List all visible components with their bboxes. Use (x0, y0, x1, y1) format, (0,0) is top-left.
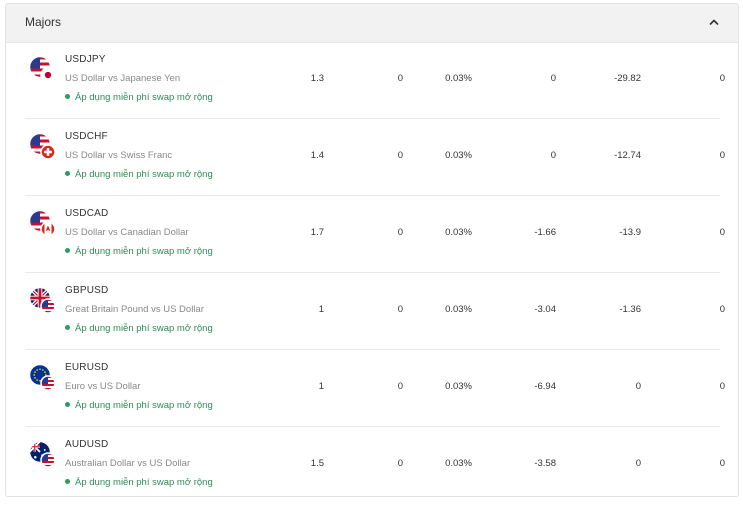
value-cell: 0 (397, 227, 403, 238)
value-cell: 0 (719, 73, 725, 84)
value-cell: 1 (318, 304, 324, 315)
value-cell: 1.7 (310, 227, 324, 238)
symbol-name: USDCHF (65, 131, 108, 142)
us-flag-icon-pair (28, 133, 58, 163)
value-cell: 0 (397, 150, 403, 161)
symbol-name: USDCAD (65, 208, 109, 219)
swap-free-note-text: Áp dụng miễn phí swap mở rộng (75, 169, 213, 180)
symbol-description: US Dollar vs Japanese Yen (65, 73, 181, 84)
symbol-list: USDJPY US Dollar vs Japanese Yen Áp dụng… (25, 42, 725, 496)
symbol-row-gbpusd[interactable]: GBPUSD Great Britain Pound vs US Dollar … (25, 273, 725, 350)
symbol-description: US Dollar vs Swiss Franc (65, 150, 173, 161)
symbol-name: GBPUSD (65, 285, 109, 296)
value-cell: 0 (719, 381, 725, 392)
value-cell: 0 (719, 304, 725, 315)
swap-free-note-text: Áp dụng miễn phí swap mở rộng (75, 400, 213, 411)
section-title: Majors (25, 15, 62, 29)
value-cell: 0.03% (445, 458, 472, 469)
symbol-description: US Dollar vs Canadian Dollar (65, 227, 189, 238)
value-cell: 0 (635, 458, 641, 469)
symbol-row-usdchf[interactable]: USDCHF US Dollar vs Swiss Franc Áp dụng … (25, 119, 725, 196)
value-cell: 0 (550, 73, 556, 84)
value-cell: 1 (318, 381, 324, 392)
value-cell: 0 (550, 150, 556, 161)
value-cell: 0.03% (445, 150, 472, 161)
status-dot-icon (65, 94, 70, 99)
value-cell: -6.94 (534, 381, 556, 392)
majors-panel: Majors USDJPY US Dollar vs Japanese Yen … (5, 3, 739, 497)
chevron-up-icon[interactable] (706, 14, 722, 30)
value-cell: -13.9 (619, 227, 641, 238)
value-cell: 1.4 (310, 150, 324, 161)
value-cell: 0 (397, 381, 403, 392)
value-cell: 0.03% (445, 304, 472, 315)
swap-free-note-text: Áp dụng miễn phí swap mở rộng (75, 92, 213, 103)
swap-free-note-text: Áp dụng miễn phí swap mở rộng (75, 323, 213, 334)
status-dot-icon (65, 171, 70, 176)
symbol-description: Australian Dollar vs US Dollar (65, 458, 191, 469)
value-cell: 1.5 (310, 458, 324, 469)
swap-free-note-text: Áp dụng miễn phí swap mở rộng (75, 246, 213, 257)
symbol-name: AUDUSD (65, 439, 109, 450)
us-flag-icon-pair (28, 56, 58, 86)
value-cell: 0 (397, 304, 403, 315)
swap-free-note: Áp dụng miễn phí swap mở rộng (65, 477, 213, 488)
symbol-row-eurusd[interactable]: EURUSD Euro vs US Dollar Áp dụng miễn ph… (25, 350, 725, 427)
value-cell: -29.82 (614, 73, 641, 84)
swap-free-note: Áp dụng miễn phí swap mở rộng (65, 92, 213, 103)
symbol-row-audusd[interactable]: AUDUSD Australian Dollar vs US Dollar Áp… (25, 427, 725, 496)
symbol-name: EURUSD (65, 362, 109, 373)
value-cell: 0 (397, 73, 403, 84)
au-flag-icon-pair (28, 441, 58, 471)
status-dot-icon (65, 402, 70, 407)
value-cell: -1.66 (534, 227, 556, 238)
swap-free-note: Áp dụng miễn phí swap mở rộng (65, 323, 213, 334)
symbol-description: Great Britain Pound vs US Dollar (65, 304, 204, 315)
value-cell: 0 (719, 227, 725, 238)
value-cell: 0.03% (445, 73, 472, 84)
swap-free-note-text: Áp dụng miễn phí swap mở rộng (75, 477, 213, 488)
value-cell: -1.36 (619, 304, 641, 315)
status-dot-icon (65, 248, 70, 253)
value-cell: 0 (719, 150, 725, 161)
symbol-name: USDJPY (65, 54, 106, 65)
value-cell: 0.03% (445, 227, 472, 238)
status-dot-icon (65, 479, 70, 484)
value-cell: -12.74 (614, 150, 641, 161)
gb-flag-icon-pair (28, 287, 58, 317)
value-cell: 0 (719, 458, 725, 469)
value-cell: -3.04 (534, 304, 556, 315)
symbol-row-usdjpy[interactable]: USDJPY US Dollar vs Japanese Yen Áp dụng… (25, 42, 725, 119)
value-cell: 0 (635, 381, 641, 392)
swap-free-note: Áp dụng miễn phí swap mở rộng (65, 400, 213, 411)
status-dot-icon (65, 325, 70, 330)
value-cell: 0.03% (445, 381, 472, 392)
symbol-row-usdcad[interactable]: USDCAD US Dollar vs Canadian Dollar Áp d… (25, 196, 725, 273)
swap-free-note: Áp dụng miễn phí swap mở rộng (65, 246, 213, 257)
us-flag-icon-pair (28, 210, 58, 240)
majors-header[interactable]: Majors (6, 4, 738, 43)
swap-free-note: Áp dụng miễn phí swap mở rộng (65, 169, 213, 180)
value-cell: -3.58 (534, 458, 556, 469)
value-cell: 1.3 (310, 73, 324, 84)
value-cell: 0 (397, 458, 403, 469)
eu-flag-icon-pair (28, 364, 58, 394)
symbol-description: Euro vs US Dollar (65, 381, 141, 392)
